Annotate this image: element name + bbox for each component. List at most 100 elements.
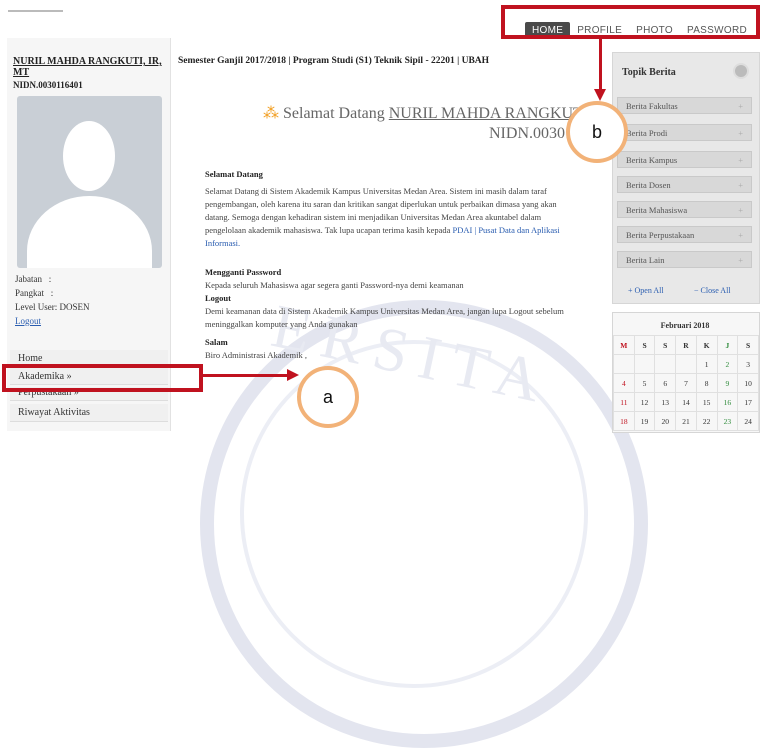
logout-link[interactable]: Logout [15,316,41,326]
welcome-nidn: NIDN.00301 [489,125,573,142]
calendar-day[interactable] [633,354,656,374]
calendar-day[interactable]: 4 [613,373,635,393]
calendar-day[interactable]: 20 [654,411,677,431]
arrow-right-icon [287,369,299,381]
avatar-head-icon [63,121,115,191]
callout-a: a [297,366,359,428]
topik-item-lain[interactable]: Berita Lain + [617,251,752,268]
calendar-day[interactable]: 7 [675,373,697,393]
welcome-prefix: Selamat Datang [283,105,385,122]
day-header: R [675,335,697,355]
day-header: J [716,335,739,355]
chevron-down-icon: + [738,180,743,190]
jabatan-value: : [48,274,52,284]
topik-item-label: Berita Mahasiswa [626,205,688,215]
pangkat-row: Pangkat : [15,288,53,298]
arrow-down-icon [594,89,606,101]
semester-header[interactable]: Semester Ganjil 2017/2018 | Program Stud… [178,56,598,66]
plus-icon: + [628,286,633,295]
highlight-box-top-nav [501,5,760,39]
calendar-day[interactable]: 2 [716,354,739,374]
section-welcome-title: Selamat Datang [205,169,263,179]
day-header: S [633,335,656,355]
calendar-day[interactable]: 10 [737,373,759,393]
topik-item-label: Berita Fakultas [626,101,678,111]
pangkat-label: Pangkat [15,288,44,298]
user-nidn: NIDN.0030116401 [13,80,83,90]
calendar-day[interactable]: 15 [695,392,718,412]
calendar-day[interactable]: 24 [737,411,759,431]
open-all-link[interactable]: + Open All [628,286,664,295]
pangkat-value: : [50,288,54,298]
calendar-widget: M S S R K J S 1 2 3 4 5 6 7 8 9 10 11 12… [612,312,760,433]
topik-item-label: Berita Kampus [626,155,678,165]
topik-item-fakultas[interactable]: Berita Fakultas + [617,97,752,114]
topik-item-kampus[interactable]: Berita Kampus + [617,151,752,168]
close-all-link[interactable]: − Close All [694,286,731,295]
calendar-day[interactable]: 17 [737,392,759,412]
calendar-day[interactable]: 19 [633,411,656,431]
topik-item-label: Berita Prodi [626,128,668,138]
close-all-label: Close All [700,286,731,295]
calendar-day[interactable]: 13 [654,392,677,412]
section-logout-text: Demi keamanan data di Sistem Akademik Ka… [205,306,564,329]
chevron-down-icon: + [738,101,743,111]
calendar-week: 11 12 13 14 15 16 17 [613,392,759,412]
calendar-day[interactable]: 23 [716,411,739,431]
minus-icon: − [694,286,699,295]
calendar-day[interactable] [675,354,697,374]
calendar-day[interactable]: 11 [613,392,635,412]
menu-riwayat-aktivitas[interactable]: Riwayat Aktivitas [10,404,168,422]
topik-item-perpustakaan[interactable]: Berita Perpustakaan + [617,226,752,243]
section-salam-title: Salam [205,337,228,347]
calendar-week: 4 5 6 7 8 9 10 [613,373,759,393]
calendar-day[interactable]: 21 [675,411,697,431]
calendar-day[interactable]: 12 [633,392,656,412]
section-welcome-body: Selamat Datang di Sistem Akademik Kampus… [205,185,580,250]
section-password-title: Mengganti Password [205,267,282,277]
calendar-week: 18 19 20 21 22 23 24 [613,411,759,431]
topik-item-dosen[interactable]: Berita Dosen + [617,176,752,193]
topik-item-prodi[interactable]: Berita Prodi + [617,124,752,141]
chevron-down-icon: + [738,255,743,265]
topik-item-label: Berita Perpustakaan [626,230,695,240]
calendar-grid: M S S R K J S 1 2 3 4 5 6 7 8 9 10 11 12… [613,335,759,431]
section-password: Mengganti Password Kepada seluruh Mahasi… [205,266,580,331]
callout-b: b [566,101,628,163]
welcome-star-icon: ⁂ [263,105,279,122]
collapse-icon[interactable] [733,63,749,79]
user-name[interactable]: NURIL MAHDA RANGKUTI, IR, MT [13,56,163,78]
section-password-text: Kepada seluruh Mahasiswa agar segera gan… [205,280,464,290]
calendar-day[interactable]: 1 [695,354,718,374]
section-welcome: Selamat Datang [205,168,580,181]
section-salam: Salam Biro Administrasi Akademik , [205,336,580,362]
calendar-day[interactable]: 3 [737,354,759,374]
open-all-label: Open All [634,286,664,295]
calendar-day[interactable]: 14 [675,392,697,412]
day-header: K [695,335,718,355]
calendar-day[interactable] [654,354,677,374]
logo [8,10,63,12]
arrow-a-line [203,374,289,377]
calendar-day[interactable]: 8 [695,373,718,393]
calendar-day[interactable]: 16 [716,392,739,412]
topik-item-label: Berita Lain [626,255,665,265]
day-header: M [613,335,635,355]
day-header: S [737,335,759,355]
avatar-body-icon [27,196,152,268]
calendar-day[interactable] [613,354,635,374]
calendar-title: Februari 2018 [660,321,710,330]
calendar-day[interactable]: 18 [613,411,635,431]
welcome-title: ⁂ Selamat Datang NURIL MAHDA RANGKUTI, I… [263,103,612,123]
calendar-day[interactable]: 9 [716,373,739,393]
avatar [17,96,162,268]
jabatan-label: Jabatan [15,274,42,284]
level-user: Level User: DOSEN [15,302,90,312]
calendar-day[interactable]: 5 [633,373,656,393]
section-salam-text: Biro Administrasi Akademik , [205,350,307,360]
topik-item-mahasiswa[interactable]: Berita Mahasiswa + [617,201,752,218]
calendar-day[interactable]: 22 [695,411,718,431]
chevron-down-icon: + [738,155,743,165]
arrow-b-line [599,39,602,91]
calendar-day[interactable]: 6 [654,373,677,393]
